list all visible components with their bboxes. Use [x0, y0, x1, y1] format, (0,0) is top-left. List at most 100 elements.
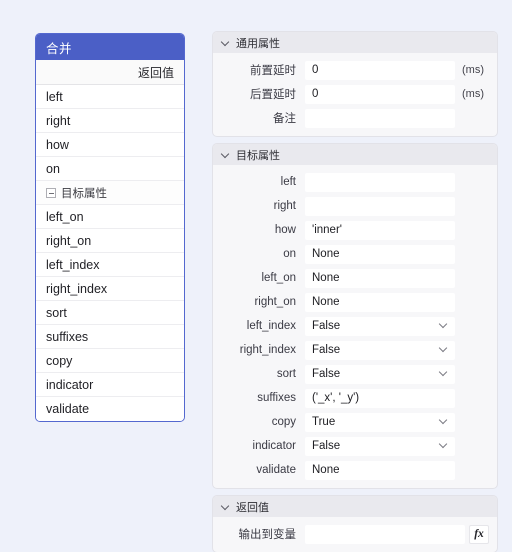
node-port-row[interactable]: sort — [36, 301, 184, 325]
field-value: False — [312, 368, 341, 380]
field-select[interactable]: True — [305, 412, 455, 432]
property-field: 前置延时 0 (ms) — [213, 58, 497, 82]
field-label: right_index — [239, 344, 296, 356]
node-row-label: right_index — [46, 281, 108, 296]
property-field: left_index False — [213, 314, 497, 338]
properties-panel: 通用属性 前置延时 0 (ms) 后置延时 0 (ms) 备注 目标属性 left right how… — [212, 31, 498, 552]
field-value: False — [312, 440, 341, 452]
field-value: True — [312, 416, 336, 428]
node-row-label: sort — [46, 305, 67, 320]
field-label: sort — [276, 368, 296, 380]
field-label: 后置延时 — [250, 89, 296, 101]
node-row-label: left_index — [46, 257, 100, 272]
node-return-label: 返回值 — [137, 65, 174, 80]
field-value: False — [312, 320, 341, 332]
field-label: copy — [271, 416, 296, 428]
chevron-down-icon[interactable] — [440, 417, 448, 425]
field-label: on — [283, 248, 296, 260]
chevron-down-icon[interactable] — [221, 38, 230, 47]
field-select[interactable]: False — [305, 340, 455, 360]
field-label: left_index — [246, 320, 296, 332]
node-card[interactable]: 合并 返回值 left right how on 目标属性 left_on right_on… — [35, 33, 185, 422]
section-header[interactable]: 目标属性 — [213, 144, 497, 165]
property-field: 后置延时 0 (ms) — [213, 82, 497, 106]
section-title: 目标属性 — [236, 149, 280, 162]
property-field: sort False — [213, 362, 497, 386]
field-label: right_on — [254, 296, 296, 308]
field-value: None — [312, 464, 340, 476]
node-port-row[interactable]: indicator — [36, 373, 184, 397]
field-select[interactable]: False — [305, 364, 455, 384]
field-input[interactable] — [305, 524, 465, 544]
field-input[interactable]: ('_x', '_y') — [305, 388, 455, 408]
node-port-row[interactable]: left_on — [36, 205, 184, 229]
node-card-header: 合并 — [36, 34, 184, 60]
property-field: left — [213, 170, 497, 194]
fx-function-button[interactable]: fx — [469, 524, 489, 544]
property-field: copy True — [213, 410, 497, 434]
node-row-label: left — [46, 89, 63, 104]
node-row-label: on — [46, 161, 60, 176]
node-port-row[interactable]: on — [36, 157, 184, 181]
field-input[interactable]: None — [305, 292, 455, 312]
property-section: 返回值输出到变量 fx — [212, 495, 498, 552]
section-header[interactable]: 返回值 — [213, 496, 497, 517]
node-group-row[interactable]: 目标属性 — [36, 181, 184, 205]
field-value: None — [312, 248, 340, 260]
node-port-row[interactable]: right — [36, 109, 184, 133]
node-port-row[interactable]: validate — [36, 397, 184, 421]
chevron-down-icon[interactable] — [221, 502, 230, 511]
field-label: indicator — [252, 440, 296, 452]
section-body: 输出到变量 fx — [213, 517, 497, 552]
property-section: 通用属性 前置延时 0 (ms) 后置延时 0 (ms) 备注 — [212, 31, 498, 137]
property-field: suffixes ('_x', '_y') — [213, 386, 497, 410]
section-body: left right how'inner' on None left_on None righ… — [213, 165, 497, 488]
field-input[interactable]: 'inner' — [305, 220, 455, 240]
chevron-down-icon[interactable] — [440, 345, 448, 353]
node-port-row[interactable]: copy — [36, 349, 184, 373]
node-port-row[interactable]: left_index — [36, 253, 184, 277]
field-unit: (ms) — [462, 64, 484, 76]
property-field: right_on None — [213, 290, 497, 314]
section-title: 返回值 — [236, 501, 269, 514]
field-select[interactable]: False — [305, 316, 455, 336]
section-title: 通用属性 — [236, 37, 280, 50]
field-input[interactable]: None — [305, 244, 455, 264]
field-label: left — [280, 176, 296, 188]
node-port-row[interactable]: left — [36, 85, 184, 109]
chevron-down-icon[interactable] — [440, 441, 448, 449]
node-port-row[interactable]: how — [36, 133, 184, 157]
section-header[interactable]: 通用属性 — [213, 32, 497, 53]
field-input[interactable]: None — [305, 460, 455, 480]
chevron-down-icon[interactable] — [440, 321, 448, 329]
field-input[interactable] — [305, 172, 455, 192]
field-input[interactable]: None — [305, 268, 455, 288]
property-field: right_index False — [213, 338, 497, 362]
node-port-row[interactable]: right_on — [36, 229, 184, 253]
node-row-label: left_on — [46, 209, 84, 224]
chevron-down-icon[interactable] — [440, 369, 448, 377]
node-port-row[interactable]: right_index — [36, 277, 184, 301]
collapse-minus-box-icon[interactable] — [46, 187, 56, 198]
field-input[interactable]: 0 — [305, 60, 455, 80]
field-input[interactable]: 0 — [305, 84, 455, 104]
node-row-label: copy — [46, 353, 73, 368]
property-field: left_on None — [213, 266, 497, 290]
field-unit: (ms) — [462, 88, 484, 100]
node-port-row[interactable]: suffixes — [36, 325, 184, 349]
field-input[interactable] — [305, 196, 455, 216]
node-row-label: right_on — [46, 233, 92, 248]
node-row-label: suffixes — [46, 329, 89, 344]
field-select[interactable]: False — [305, 436, 455, 456]
field-value: 0 — [312, 88, 319, 100]
property-section: 目标属性 left right how 'inner' on None left_on None… — [212, 143, 498, 489]
property-field: how 'inner' — [213, 218, 497, 242]
node-row-label: indicator — [46, 377, 94, 392]
field-input[interactable] — [305, 108, 455, 128]
property-field: 备注 — [213, 106, 497, 130]
field-label: left_on — [261, 272, 296, 284]
node-row-label: right — [46, 113, 71, 128]
field-value: 'inner' — [312, 224, 342, 236]
chevron-down-icon[interactable] — [221, 150, 230, 159]
field-label: how — [274, 224, 296, 236]
